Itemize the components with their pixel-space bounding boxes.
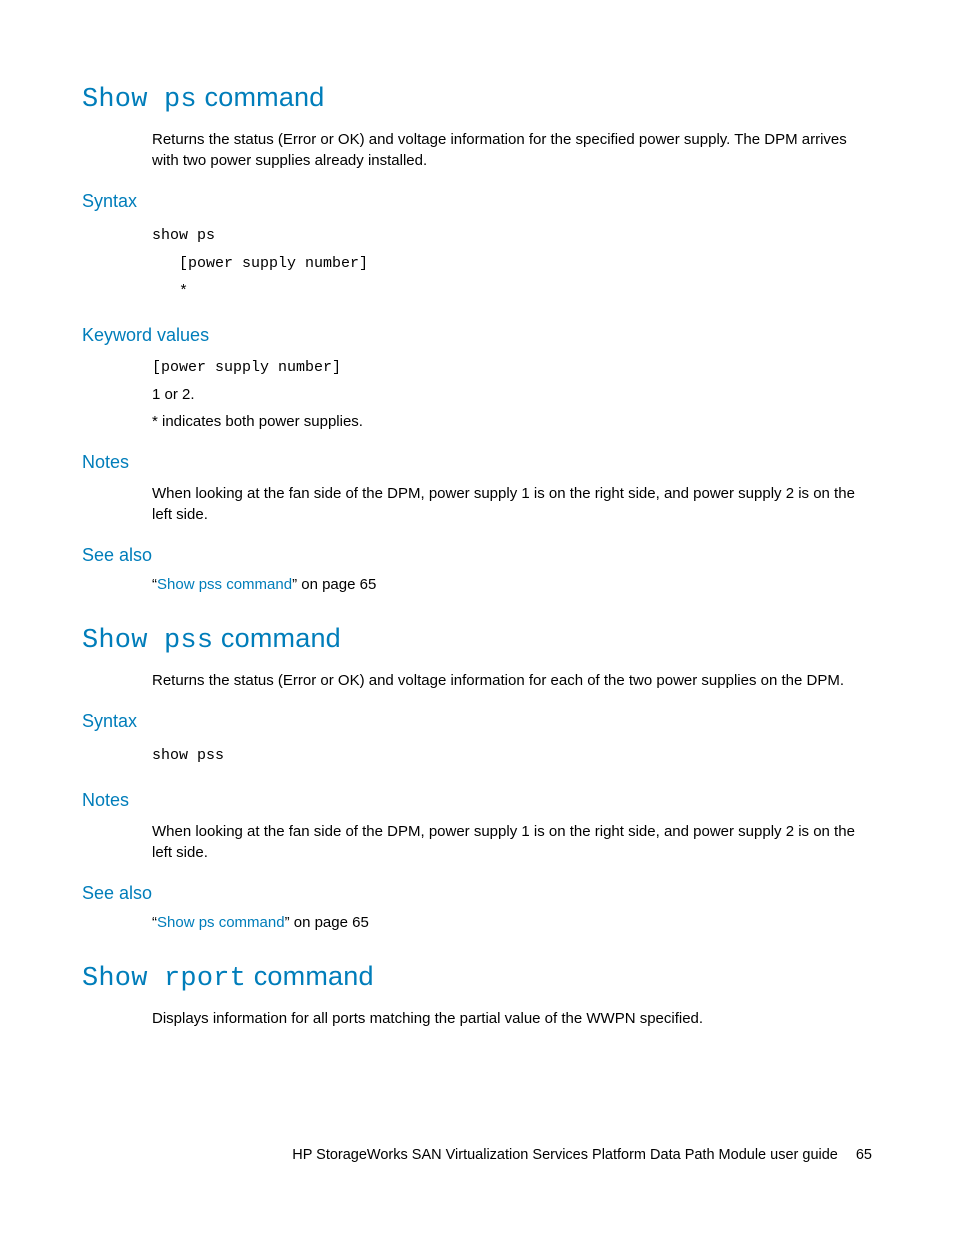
- notes-body: When looking at the fan side of the DPM,…: [152, 821, 872, 863]
- see-also-rest: ” on page 65: [292, 576, 376, 593]
- link-show-ps[interactable]: Show ps command: [157, 914, 285, 931]
- heading-show-pss: Show pss command: [82, 623, 872, 656]
- syntax-heading: Syntax: [82, 191, 872, 212]
- desc-show-pss: Returns the status (Error or OK) and vol…: [152, 670, 872, 691]
- kv-code: [power supply number]: [152, 356, 872, 378]
- see-also-heading: See also: [82, 545, 872, 566]
- see-also-line: “Show pss command” on page 65: [152, 576, 872, 593]
- document-page: Show ps command Returns the status (Erro…: [0, 0, 954, 1029]
- see-also-rest: ” on page 65: [285, 914, 369, 931]
- see-also-heading: See also: [82, 883, 872, 904]
- syntax-code-show-pss: show pss: [152, 742, 872, 770]
- footer-text: HP StorageWorks SAN Virtualization Servi…: [292, 1147, 838, 1163]
- page-number: 65: [856, 1147, 872, 1163]
- heading-mono: Show ps: [82, 85, 197, 115]
- link-show-pss[interactable]: Show pss command: [157, 576, 292, 593]
- kv-code-text: [power supply number]: [152, 359, 341, 376]
- notes-heading: Notes: [82, 452, 872, 473]
- page-footer: HP StorageWorks SAN Virtualization Servi…: [292, 1147, 872, 1163]
- see-also-line: “Show ps command” on page 65: [152, 914, 872, 931]
- keyword-values-heading: Keyword values: [82, 325, 872, 346]
- heading-show-rport: Show rport command: [82, 961, 872, 994]
- syntax-code-show-ps: show ps [power supply number] *: [152, 222, 872, 305]
- heading-mono: Show rport: [82, 964, 246, 994]
- heading-mono: Show pss: [82, 626, 213, 656]
- heading-rest: command: [213, 623, 341, 653]
- kv-line-2: * indicates both power supplies.: [152, 411, 872, 432]
- syntax-heading: Syntax: [82, 711, 872, 732]
- notes-body: When looking at the fan side of the DPM,…: [152, 483, 872, 525]
- desc-show-ps: Returns the status (Error or OK) and vol…: [152, 129, 872, 171]
- heading-rest: command: [197, 82, 325, 112]
- notes-heading: Notes: [82, 790, 872, 811]
- heading-show-ps: Show ps command: [82, 82, 872, 115]
- heading-rest: command: [246, 961, 374, 991]
- desc-show-rport: Displays information for all ports match…: [152, 1008, 872, 1029]
- kv-line-1: 1 or 2.: [152, 384, 872, 405]
